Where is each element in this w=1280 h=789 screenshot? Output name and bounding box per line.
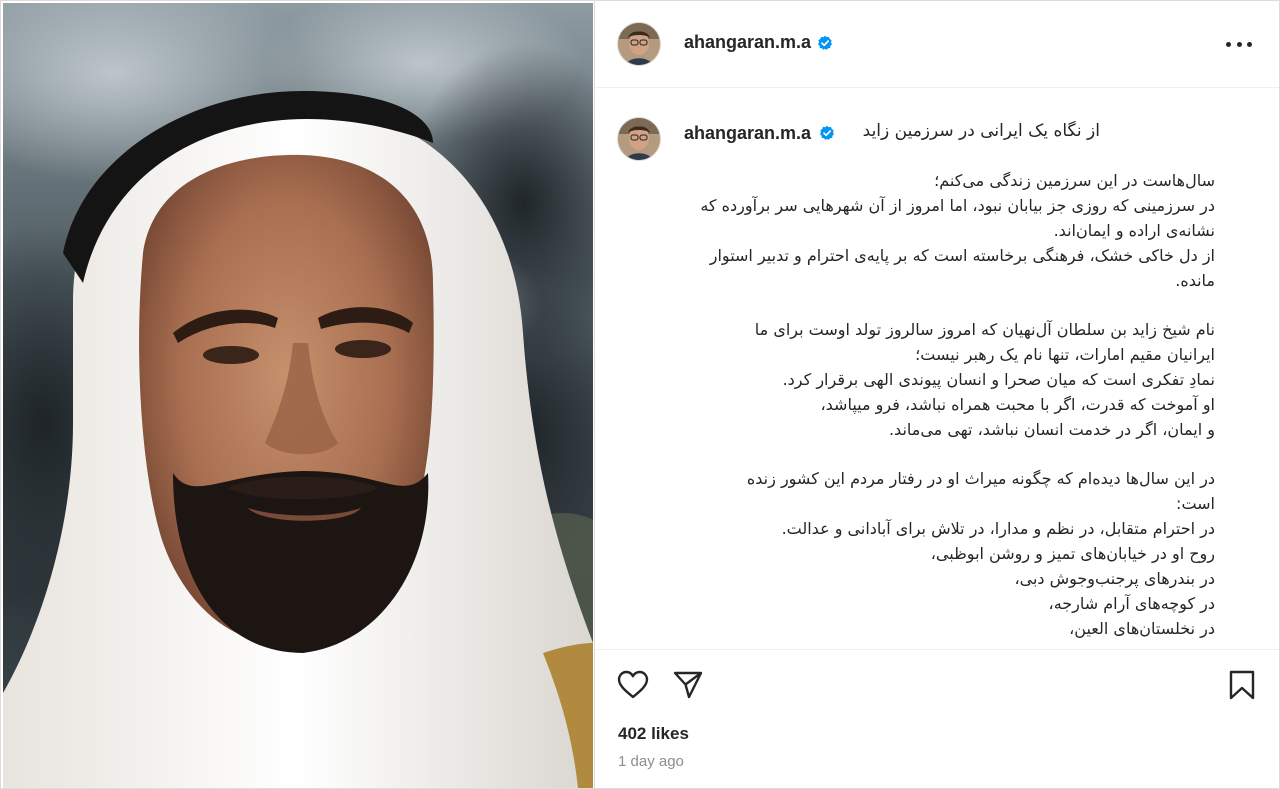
caption-line: روح او در خیابان‌های تمیز و روشن ابوظبی، [930, 544, 1215, 563]
avatar-photo [618, 23, 660, 65]
caption-line: نام شیخ زاید بن سلطان آل‌نهیان که امروز … [754, 320, 1215, 339]
heart-icon[interactable] [617, 670, 649, 700]
caption-author-avatar[interactable] [617, 117, 661, 161]
avatar-photo [618, 118, 660, 160]
caption-title: از نگاه یک ایرانی در سرزمین زاید [862, 121, 1100, 141]
author-username[interactable]: ahangaran.m.a [684, 32, 811, 53]
post-header: ahangaran.m.a [595, 1, 1279, 88]
verified-badge-icon [820, 125, 834, 140]
verified-badge-icon [818, 35, 832, 50]
caption-line: مانده. [1175, 271, 1215, 290]
caption-line: نمادِ تفکری است که میان صحرا و انسان پیو… [782, 370, 1215, 389]
caption-line: او آموخت که قدرت، اگر با محبت همراه نباش… [820, 395, 1215, 414]
caption-line: است: [1176, 494, 1215, 513]
post-image[interactable] [3, 3, 593, 788]
caption-area: ahangaran.m.a از نگاه یک ایرانی در سرزمی… [595, 88, 1279, 648]
caption-paragraph: نام شیخ زاید بن سلطان آل‌نهیان که امروز … [677, 317, 1215, 442]
caption-line: نشانه‌ی اراده و ایمان‌اند. [1053, 221, 1215, 240]
caption-line: در نخلستان‌های العین، [1069, 619, 1215, 638]
caption-line: در احترام متقابل، در نظم و مدارا، در تلا… [781, 519, 1215, 538]
caption-line: ایرانیان مقیم امارات، تنها نام یک رهبر ن… [915, 345, 1215, 364]
post-timestamp[interactable]: 1 day ago [618, 753, 684, 770]
caption-header: ahangaran.m.a از نگاه یک ایرانی در سرزمی… [595, 88, 1279, 161]
caption-line: در کوچه‌های آرام شارجه، [1048, 594, 1215, 613]
caption-paragraph: در این سال‌ها دیده‌ام که چگونه میراث او … [677, 466, 1215, 641]
post-actions: 402 likes 1 day ago [595, 649, 1279, 788]
caption-line: در بندرهای پرجنب‌وجوش دبی، [1014, 569, 1215, 588]
send-icon[interactable] [672, 670, 704, 700]
caption-paragraph: سال‌هاست در این سرزمین زندگی می‌کنم؛ در … [677, 168, 1215, 293]
caption-line: سال‌هاست در این سرزمین زندگی می‌کنم؛ [934, 171, 1215, 190]
caption-author-username[interactable]: ahangaran.m.a [684, 123, 811, 144]
caption-line: در این سال‌ها دیده‌ام که چگونه میراث او … [746, 469, 1215, 488]
portrait-photo [3, 3, 593, 788]
caption-line: و ایمان، اگر در خدمت انسان نباشد، تهی می… [888, 420, 1215, 439]
post-sidebar: ahangaran.m.a ahangaran.m.a از نگاه یک ا… [594, 1, 1279, 788]
caption-line: از دل خاکی خشک، فرهنگی برخاسته است که بر… [709, 246, 1215, 265]
caption-text: سال‌هاست در این سرزمین زندگی می‌کنم؛ در … [677, 168, 1215, 648]
likes-count[interactable]: 402 likes [618, 724, 689, 744]
more-options-icon[interactable] [1226, 33, 1252, 55]
instagram-post-window: ahangaran.m.a ahangaran.m.a از نگاه یک ا… [0, 0, 1280, 789]
bookmark-icon[interactable] [1227, 669, 1257, 701]
caption-line: در سرزمینی که روزی جز بیابان نبود، اما ا… [700, 196, 1215, 215]
author-avatar[interactable] [617, 22, 661, 66]
